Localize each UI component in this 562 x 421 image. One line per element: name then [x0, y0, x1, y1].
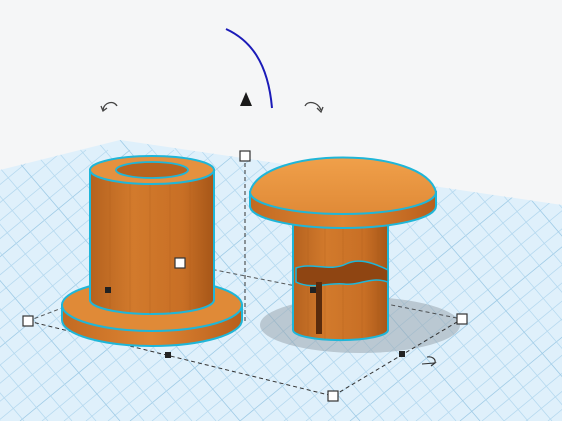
corner-handle-front[interactable] [327, 390, 339, 402]
bushing-shape[interactable] [61, 155, 243, 347]
corner-handle-left[interactable] [22, 315, 34, 327]
workplane-scene[interactable] [0, 0, 562, 421]
move-up-cone-icon[interactable] [240, 92, 252, 106]
corner-handle-back[interactable] [174, 257, 186, 269]
rotate-arc[interactable] [225, 28, 273, 109]
edge-handle-front-left[interactable] [165, 352, 171, 358]
corner-handle-right[interactable] [456, 313, 468, 325]
edge-handle-front-right[interactable] [399, 351, 405, 357]
height-handle[interactable] [239, 150, 251, 162]
edge-handle-left[interactable] [105, 287, 111, 293]
edge-handle-back[interactable] [310, 287, 316, 293]
rotate-right-icon[interactable] [304, 101, 324, 114]
rotate-left-icon[interactable] [100, 101, 118, 113]
3d-viewport[interactable] [0, 0, 562, 421]
